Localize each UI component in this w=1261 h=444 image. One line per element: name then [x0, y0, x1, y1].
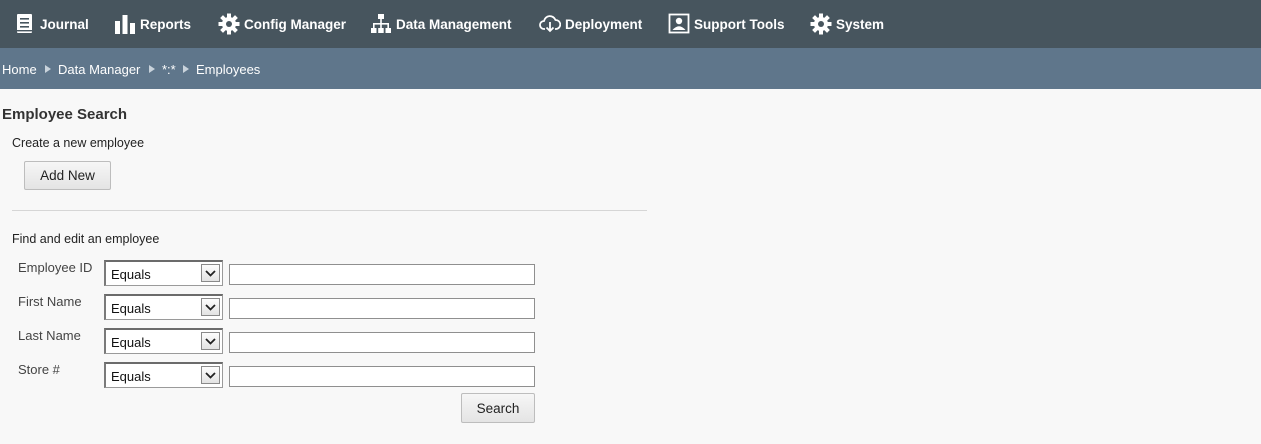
add-new-button[interactable]: Add New [24, 161, 111, 190]
first-name-operator-select[interactable]: Equals [104, 294, 223, 320]
chevron-down-icon [201, 264, 220, 282]
chevron-down-icon [201, 298, 220, 316]
nav-item-reports[interactable]: Reports [114, 0, 191, 48]
selected-operator: Equals [111, 301, 151, 316]
last-name-label: Last Name [18, 328, 81, 343]
nav-item-support-tools[interactable]: Support Tools [668, 0, 785, 48]
nav-item-label: Deployment [565, 16, 643, 32]
gear-icon [218, 13, 240, 35]
store-number-input[interactable] [229, 366, 535, 387]
employee-id-operator-select[interactable]: Equals [104, 260, 223, 286]
create-employee-text: Create a new employee [12, 136, 145, 150]
breadcrumb: Home Data Manager *:* Employees [0, 48, 1261, 89]
gear-icon [810, 13, 832, 35]
user-badge-icon [668, 13, 690, 35]
nav-item-data-management[interactable]: Data Management [370, 0, 512, 48]
nav-item-config-manager[interactable]: Config Manager [218, 0, 346, 48]
selected-operator: Equals [111, 335, 151, 350]
section-divider [12, 210, 647, 211]
store-number-operator-select[interactable]: Equals [104, 362, 223, 388]
search-button[interactable]: Search [461, 393, 535, 423]
chevron-down-icon [201, 366, 220, 384]
breadcrumb-data-manager[interactable]: Data Manager [58, 48, 140, 89]
journal-icon [14, 13, 36, 35]
last-name-input[interactable] [229, 332, 535, 353]
top-navigation-bar: Journal Reports Config Manager Data Mana… [0, 0, 1261, 48]
last-name-operator-select[interactable]: Equals [104, 328, 223, 354]
breadcrumb-separator-icon [149, 65, 155, 73]
breadcrumb-home[interactable]: Home [2, 48, 37, 89]
chevron-down-icon [201, 332, 220, 350]
nav-item-label: Reports [140, 16, 192, 32]
employee-id-input[interactable] [229, 264, 535, 285]
employee-id-label: Employee ID [18, 260, 93, 275]
breadcrumb-separator-icon [45, 65, 51, 73]
breadcrumb-employees: Employees [196, 62, 261, 77]
store-number-label: Store # [18, 362, 60, 377]
sitemap-icon [370, 13, 392, 35]
selected-operator: Equals [111, 369, 151, 384]
breadcrumb-wildcard[interactable]: *:* [162, 48, 176, 89]
nav-item-system[interactable]: System [810, 0, 884, 48]
page-title: Employee Search [2, 106, 128, 123]
find-employee-text: Find and edit an employee [12, 232, 160, 246]
nav-item-label: Data Management [396, 16, 512, 32]
first-name-label: First Name [18, 294, 82, 309]
nav-item-deployment[interactable]: Deployment [539, 0, 642, 48]
nav-item-label: Support Tools [694, 16, 785, 32]
nav-item-label: Config Manager [244, 16, 347, 32]
nav-item-label: Journal [40, 16, 89, 32]
breadcrumb-separator-icon [183, 65, 189, 73]
first-name-input[interactable] [229, 298, 535, 319]
cloud-download-icon [539, 13, 561, 35]
selected-operator: Equals [111, 267, 151, 282]
nav-item-journal[interactable]: Journal [14, 0, 89, 48]
nav-item-label: System [836, 16, 885, 32]
bar-chart-icon [114, 13, 136, 35]
